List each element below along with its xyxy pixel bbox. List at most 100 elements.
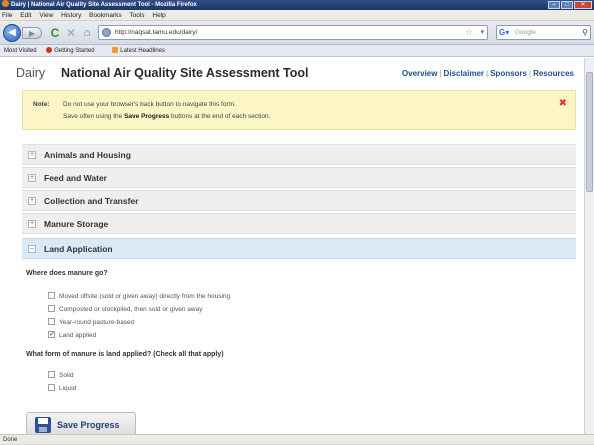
arrow-right-icon: ▶ (28, 28, 36, 38)
option-liquid[interactable]: Liquid (48, 384, 76, 392)
search-placeholder[interactable]: Google (515, 29, 536, 36)
page-header: Dairy National Air Quality Site Assessme… (8, 66, 584, 84)
checkbox-checked[interactable] (48, 330, 55, 338)
back-button[interactable]: ◀ (3, 24, 21, 42)
note-line-2: Save often using the Save Progress butto… (63, 113, 270, 120)
close-note-icon[interactable]: ✖ (559, 98, 567, 109)
expand-icon[interactable]: + (28, 220, 36, 228)
option-label: Liquid (59, 385, 77, 392)
url-text[interactable]: http://naqsat.tamu.edu/dairy/ (115, 29, 197, 36)
link-overview[interactable]: Overview (402, 69, 438, 78)
bookmark-getting-started[interactable]: Getting Started (46, 47, 102, 54)
header-links: Overview | Disclaimer | Sponsors | Resources (401, 69, 574, 78)
title-bar: Dairy | National Air Quality Site Assess… (0, 0, 594, 10)
note-line-1: Do not use your browser's back button to… (63, 101, 236, 108)
home-button[interactable]: ⌂ (80, 25, 94, 41)
menu-bar: File Edit View History Bookmarks Tools H… (0, 10, 594, 21)
maximize-icon[interactable]: □ (561, 1, 573, 9)
bookmark-latest-headlines[interactable]: Latest Headlines (112, 47, 173, 54)
menu-history[interactable]: History (61, 12, 81, 19)
url-bar[interactable]: http://naqsat.tamu.edu/dairy/ ☆ ▾ (98, 25, 488, 40)
option-label: Land applied (59, 332, 97, 339)
bookmark-star-icon[interactable]: ☆ (465, 26, 473, 39)
window-title: Dairy | National Air Quality Site Assess… (11, 2, 197, 8)
menu-edit[interactable]: Edit (20, 12, 31, 19)
section-label: Collection and Transfer (44, 196, 139, 206)
save-progress-button[interactable]: Save Progress (26, 412, 136, 434)
section-land-application[interactable]: – Land Application (22, 238, 576, 259)
page-title: National Air Quality Site Assessment Too… (61, 66, 309, 80)
site-identity-icon[interactable] (102, 28, 111, 37)
section-animals-and-housing[interactable]: + Animals and Housing (22, 144, 576, 165)
firefox-icon (2, 0, 9, 7)
rss-icon (112, 47, 119, 53)
menu-view[interactable]: View (39, 12, 53, 19)
note-text: Save often using the (63, 113, 125, 120)
section-label: Manure Storage (44, 219, 109, 229)
note-bold-text: Save Progress (124, 113, 170, 120)
bookmark-most-visited[interactable]: Most Visited (4, 48, 37, 54)
link-disclaimer[interactable]: Disclaimer (444, 69, 484, 78)
forward-button[interactable]: ▶ (22, 27, 42, 39)
search-icon[interactable]: ⚲ (582, 26, 588, 39)
option-label: Solid (59, 372, 74, 379)
navigation-toolbar: ◀ ▶ C ✕ ⌂ http://naqsat.tamu.edu/dairy/ … (0, 21, 594, 45)
section-label: Land Application (44, 244, 113, 254)
stop-button[interactable]: ✕ (64, 25, 78, 41)
menu-help[interactable]: Help (152, 12, 165, 19)
vertical-scrollbar[interactable] (584, 58, 594, 434)
window-controls: – □ ✕ (548, 1, 592, 9)
google-icon[interactable]: G▾ (499, 28, 511, 37)
status-text: Done (3, 437, 18, 443)
page-content: Dairy National Air Quality Site Assessme… (8, 58, 584, 434)
link-resources[interactable]: Resources (533, 69, 574, 78)
checkbox[interactable] (48, 292, 55, 299)
browser-window: Dairy | National Air Quality Site Assess… (0, 0, 594, 444)
save-icon (35, 417, 51, 433)
question-manure-destination: Where does manure go? (26, 270, 108, 277)
option-pasture-based[interactable]: Year-round pasture-based (48, 318, 134, 326)
option-label: Composted or stockpiled, then sold or gi… (59, 306, 203, 313)
scrollbar-thumb[interactable] (586, 72, 593, 192)
option-composted[interactable]: Composted or stockpiled, then sold or gi… (48, 305, 202, 313)
bookmark-label: Latest Headlines (120, 48, 165, 54)
menu-tools[interactable]: Tools (129, 12, 144, 19)
close-icon[interactable]: ✕ (574, 1, 592, 9)
option-moved-offsite[interactable]: Moved offsite (sold or given away) direc… (48, 292, 230, 300)
site-section: Dairy (16, 66, 46, 80)
section-feed-and-water[interactable]: + Feed and Water (22, 167, 576, 188)
collapse-icon[interactable]: – (28, 245, 36, 253)
menu-file[interactable]: File (2, 12, 12, 19)
reload-icon: C (50, 26, 60, 40)
checkbox[interactable] (48, 384, 55, 391)
link-sponsors[interactable]: Sponsors (490, 69, 527, 78)
question-manure-form: What form of manure is land applied? (Ch… (26, 351, 224, 358)
section-label: Animals and Housing (44, 150, 131, 160)
section-collection-and-transfer[interactable]: + Collection and Transfer (22, 190, 576, 211)
home-icon: ⌂ (83, 27, 91, 39)
bookmark-label: Getting Started (54, 48, 95, 54)
note-banner: Note: Do not use your browser's back but… (22, 90, 576, 130)
option-solid[interactable]: Solid (48, 371, 73, 379)
reload-button[interactable]: C (48, 25, 62, 41)
section-label: Feed and Water (44, 173, 107, 183)
bookmarks-toolbar: Most Visited Getting Started Latest Head… (0, 45, 594, 57)
note-label: Note: (33, 101, 50, 108)
checkbox[interactable] (48, 305, 55, 312)
option-label: Moved offsite (sold or given away) direc… (59, 293, 231, 300)
checkbox[interactable] (48, 318, 55, 325)
minimize-icon[interactable]: – (548, 1, 560, 9)
section-manure-storage[interactable]: + Manure Storage (22, 213, 576, 234)
option-land-applied[interactable]: Land applied (48, 330, 97, 339)
menu-bookmarks[interactable]: Bookmarks (89, 12, 122, 19)
checkbox[interactable] (48, 371, 55, 378)
arrow-left-icon: ◀ (8, 27, 16, 38)
chevron-down-icon[interactable]: ▾ (480, 26, 484, 39)
save-label: Save Progress (57, 420, 120, 430)
expand-icon[interactable]: + (28, 174, 36, 182)
expand-icon[interactable]: + (28, 151, 36, 159)
stop-icon: ✕ (65, 26, 77, 40)
search-bar[interactable]: G▾ Google ⚲ (496, 25, 591, 40)
expand-icon[interactable]: + (28, 197, 36, 205)
status-bar: Done (0, 434, 594, 444)
